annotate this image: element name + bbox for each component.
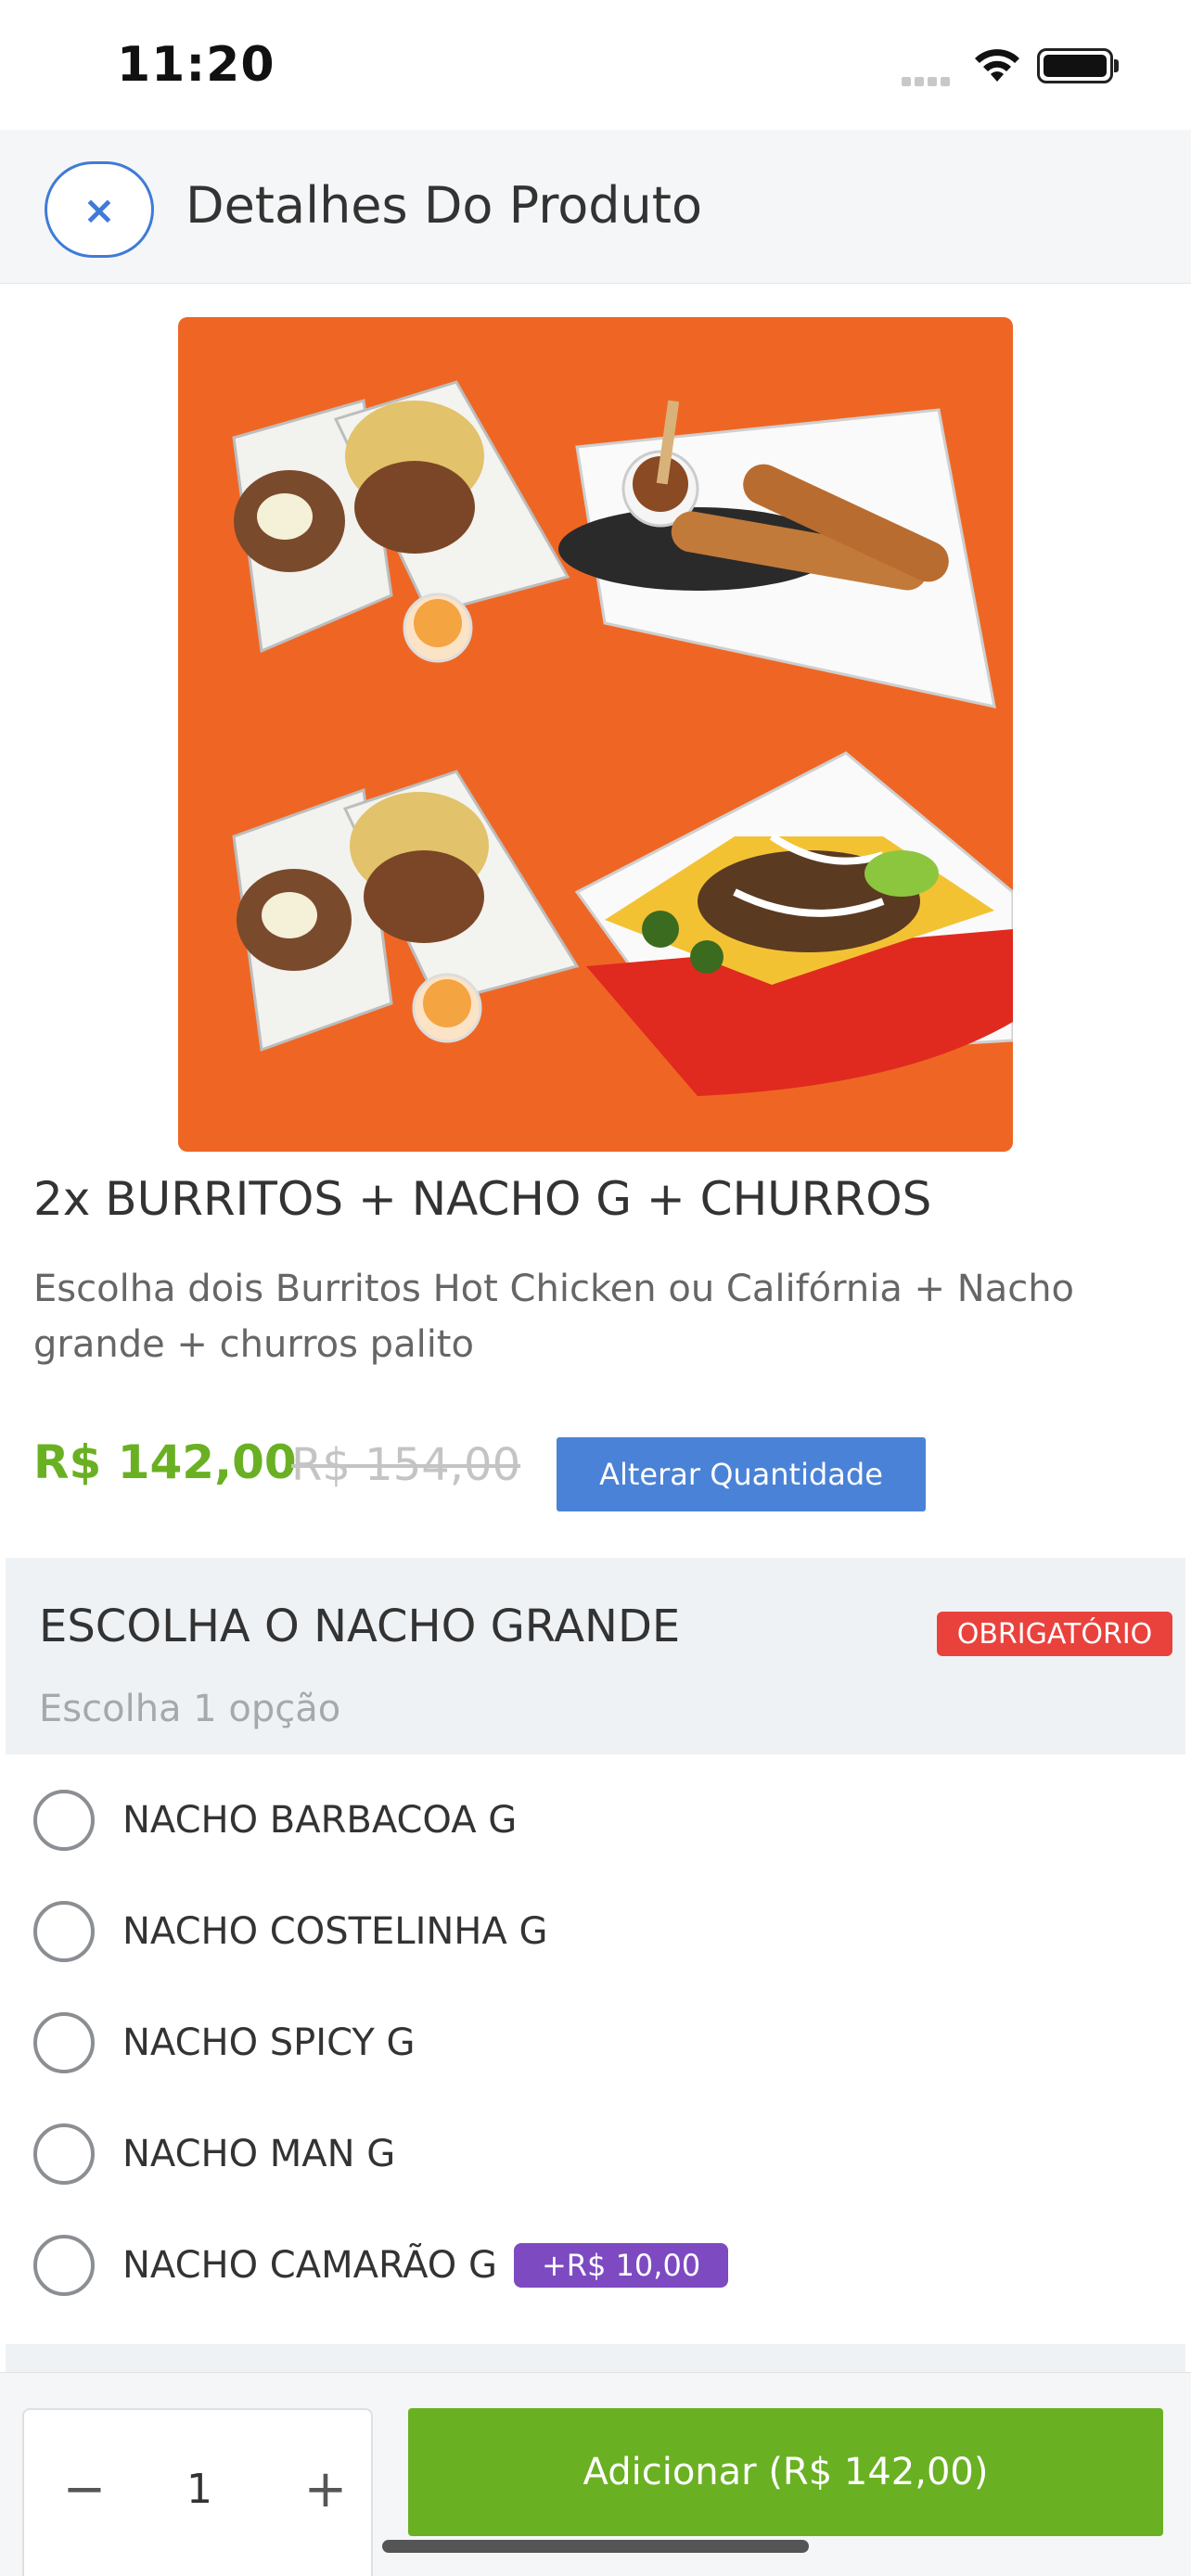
option-nacho-barbacoa[interactable]: NACHO BARBACOA G [33,1788,517,1853]
product-details-screen: 11:20 × Detalhes Do Produto 2x BURRITOS … [0,0,1191,2576]
bottom-bar: − 1 + Adicionar (R$ 142,00) [0,2372,1191,2576]
option-label: NACHO CAMARÃO G [122,2244,497,2287]
nachos-illustration [574,751,1013,1096]
option-nacho-man[interactable]: NACHO MAN G [33,2122,395,2187]
page-title: Detalhes Do Produto [186,176,702,235]
status-time: 11:20 [117,37,275,93]
product-name: 2x BURRITOS + NACHO G + CHURROS [33,1172,932,1226]
option-group-title: ESCOLHA O NACHO GRANDE [39,1600,681,1652]
status-bar: 11:20 [0,0,1191,130]
option-label: NACHO SPICY G [122,2021,416,2064]
quantity-stepper: − 1 + [22,2408,373,2576]
product-old-price: R$ 154,00 [291,1439,521,1491]
home-indicator [382,2540,809,2553]
increase-quantity-button[interactable]: + [293,2456,358,2521]
quantity-value: 1 [186,2465,212,2513]
required-badge: OBRIGATÓRIO [937,1612,1172,1656]
decrease-quantity-button[interactable]: − [52,2456,117,2521]
burrito-illustration [232,380,570,663]
radio-button[interactable] [33,2235,95,2296]
option-nacho-costelinha[interactable]: NACHO COSTELINHA G [33,1899,547,1964]
product-photo-illustration [232,380,1013,1096]
battery-icon [1037,48,1113,83]
option-nacho-spicy[interactable]: NACHO SPICY G [33,2010,415,2075]
option-group-header: ESCOLHA O NACHO GRANDE OBRIGATÓRIO Escol… [6,1558,1185,1754]
burrito-illustration-2 [232,770,580,1052]
header: × Detalhes Do Produto [0,130,1191,284]
radio-button[interactable] [33,1901,95,1962]
wifi-icon [975,49,1019,82]
radio-button[interactable] [33,2123,95,2185]
product-description: Escolha dois Burritos Hot Chicken ou Cal… [33,1268,1075,1366]
close-icon: × [83,186,116,233]
change-quantity-button[interactable]: Alterar Quantidade [557,1437,926,1511]
signal-icon [902,72,954,90]
extra-price-badge: +R$ 10,00 [513,2243,729,2288]
battery-tip [1114,59,1119,72]
close-button[interactable]: × [45,161,154,258]
option-label: NACHO BARBACOA G [122,1799,518,1842]
option-nacho-camarao[interactable]: NACHO CAMARÃO G +R$ 10,00 [33,2233,729,2298]
radio-button[interactable] [33,1790,95,1851]
option-label: NACHO MAN G [122,2133,396,2175]
churros-illustration [558,400,996,708]
option-group-subtitle: Escolha 1 opção [39,1688,341,1730]
product-image [178,317,1013,1152]
radio-button[interactable] [33,2012,95,2073]
section-divider [6,2344,1185,2372]
product-price: R$ 142,00 [33,1435,297,1489]
option-label: NACHO COSTELINHA G [122,1910,548,1953]
add-to-cart-button[interactable]: Adicionar (R$ 142,00) [408,2408,1163,2536]
